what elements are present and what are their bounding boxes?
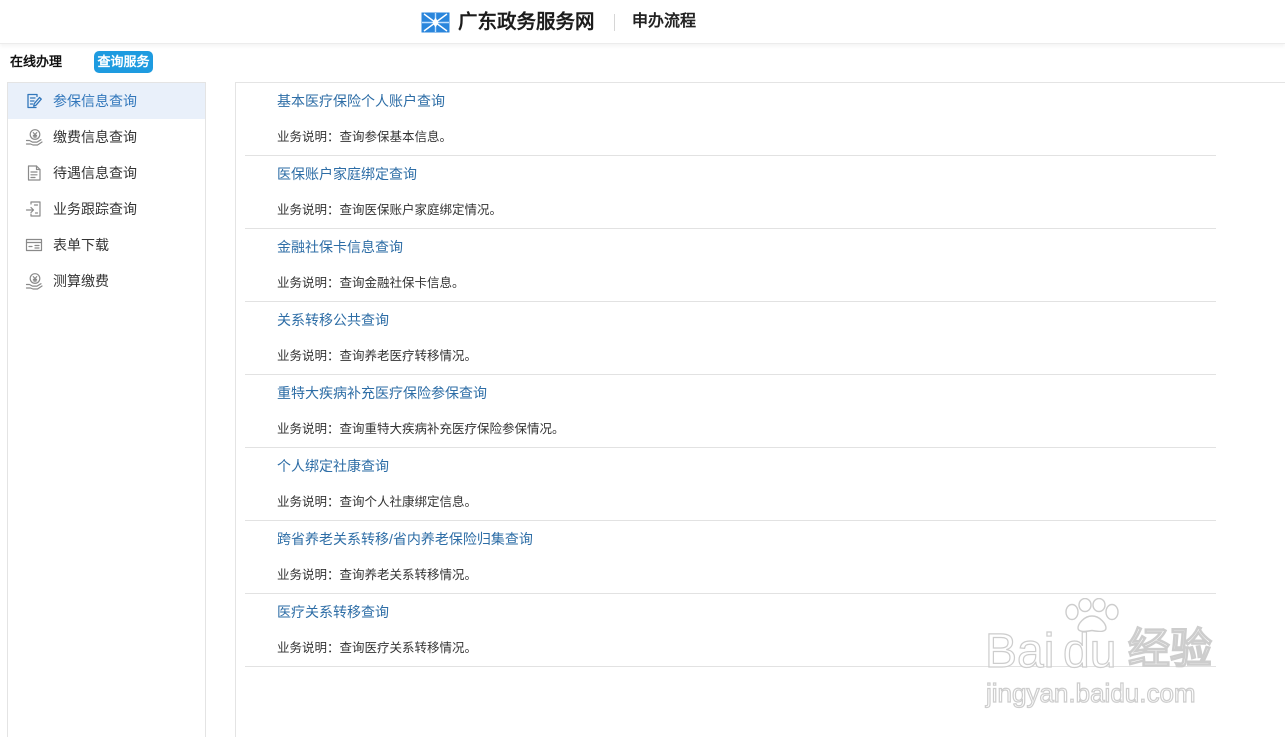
service-description: 业务说明：查询医保账户家庭绑定情况。 (277, 203, 503, 217)
service-description: 业务说明：查询金融社保卡信息。 (277, 276, 465, 290)
sidebar-item-payment-info[interactable]: 缴费信息查询 (8, 119, 205, 155)
service-title-link[interactable]: 关系转移公共查询 (245, 302, 1216, 338)
sidebar-nav: 参保信息查询 缴费信息查询 待遇信息查询 业务跟踪查询 表单下载 测算缴费 (7, 82, 206, 737)
list-document-icon (27, 165, 41, 181)
sidebar-item-label: 参保信息查询 (53, 93, 137, 109)
service-title-link[interactable]: 基本医疗保险个人账户查询 (245, 83, 1216, 119)
snowflake-logo-icon[interactable] (421, 12, 450, 33)
service-title-link[interactable]: 医疗关系转移查询 (245, 594, 1216, 630)
payment-icon (25, 129, 43, 146)
sidebar-item-business-tracking[interactable]: 业务跟踪查询 (8, 191, 205, 227)
service-item: 关系转移公共查询 业务说明：查询养老医疗转移情况。 (245, 302, 1216, 375)
service-item: 跨省养老关系转移/省内养老保险归集查询 业务说明：查询养老关系转移情况。 (245, 521, 1216, 594)
header-divider (614, 14, 615, 31)
section-title: 申办流程 (632, 13, 697, 30)
service-description: 业务说明：查询医疗关系转移情况。 (277, 641, 478, 655)
edit-document-icon (27, 93, 42, 109)
tab-online-processing[interactable]: 在线办理 (10, 51, 62, 73)
service-title-link[interactable]: 个人绑定社康查询 (245, 448, 1216, 484)
service-description: 业务说明：查询参保基本信息。 (277, 130, 453, 144)
service-title-link[interactable]: 重特大疾病补充医疗保险参保查询 (245, 375, 1216, 411)
sidebar-item-label: 缴费信息查询 (53, 129, 137, 145)
service-item: 基本医疗保险个人账户查询 业务说明：查询参保基本信息。 (245, 83, 1216, 156)
service-item: 医保账户家庭绑定查询 业务说明：查询医保账户家庭绑定情况。 (245, 156, 1216, 229)
site-header: 广东政务服务网 申办流程 (0, 0, 1285, 44)
sidebar-item-label: 表单下载 (53, 237, 109, 253)
service-title-link[interactable]: 金融社保卡信息查询 (245, 229, 1216, 265)
site-title[interactable]: 广东政务服务网 (458, 0, 595, 44)
sidebar-item-label: 待遇信息查询 (53, 165, 137, 181)
service-description: 业务说明：查询重特大疾病补充医疗保险参保情况。 (277, 422, 565, 436)
tab-query-service[interactable]: 查询服务 (94, 51, 153, 73)
sidebar-item-form-download[interactable]: 表单下载 (8, 227, 205, 263)
sidebar-item-label: 测算缴费 (53, 273, 109, 289)
service-title-link[interactable]: 跨省养老关系转移/省内养老保险归集查询 (245, 521, 1216, 557)
sidebar-item-benefit-info[interactable]: 待遇信息查询 (8, 155, 205, 191)
service-item: 重特大疾病补充医疗保险参保查询 业务说明：查询重特大疾病补充医疗保险参保情况。 (245, 375, 1216, 448)
sidebar-item-label: 业务跟踪查询 (53, 201, 137, 217)
tracking-icon (25, 201, 41, 217)
service-description: 业务说明：查询养老关系转移情况。 (277, 568, 478, 582)
service-item: 个人绑定社康查询 业务说明：查询个人社康绑定信息。 (245, 448, 1216, 521)
service-item: 金融社保卡信息查询 业务说明：查询金融社保卡信息。 (245, 229, 1216, 302)
sidebar-item-insured-info[interactable]: 参保信息查询 (8, 83, 205, 119)
sidebar-item-payment-calculator[interactable]: 测算缴费 (8, 263, 205, 299)
service-description: 业务说明：查询养老医疗转移情况。 (277, 349, 478, 363)
payment-calculator-icon (25, 273, 43, 290)
service-description: 业务说明：查询个人社康绑定信息。 (277, 495, 478, 509)
service-item: 医疗关系转移查询 业务说明：查询医疗关系转移情况。 (245, 594, 1216, 667)
form-icon (25, 238, 43, 252)
service-list: 基本医疗保险个人账户查询 业务说明：查询参保基本信息。 医保账户家庭绑定查询 业… (245, 83, 1216, 667)
service-title-link[interactable]: 医保账户家庭绑定查询 (245, 156, 1216, 192)
